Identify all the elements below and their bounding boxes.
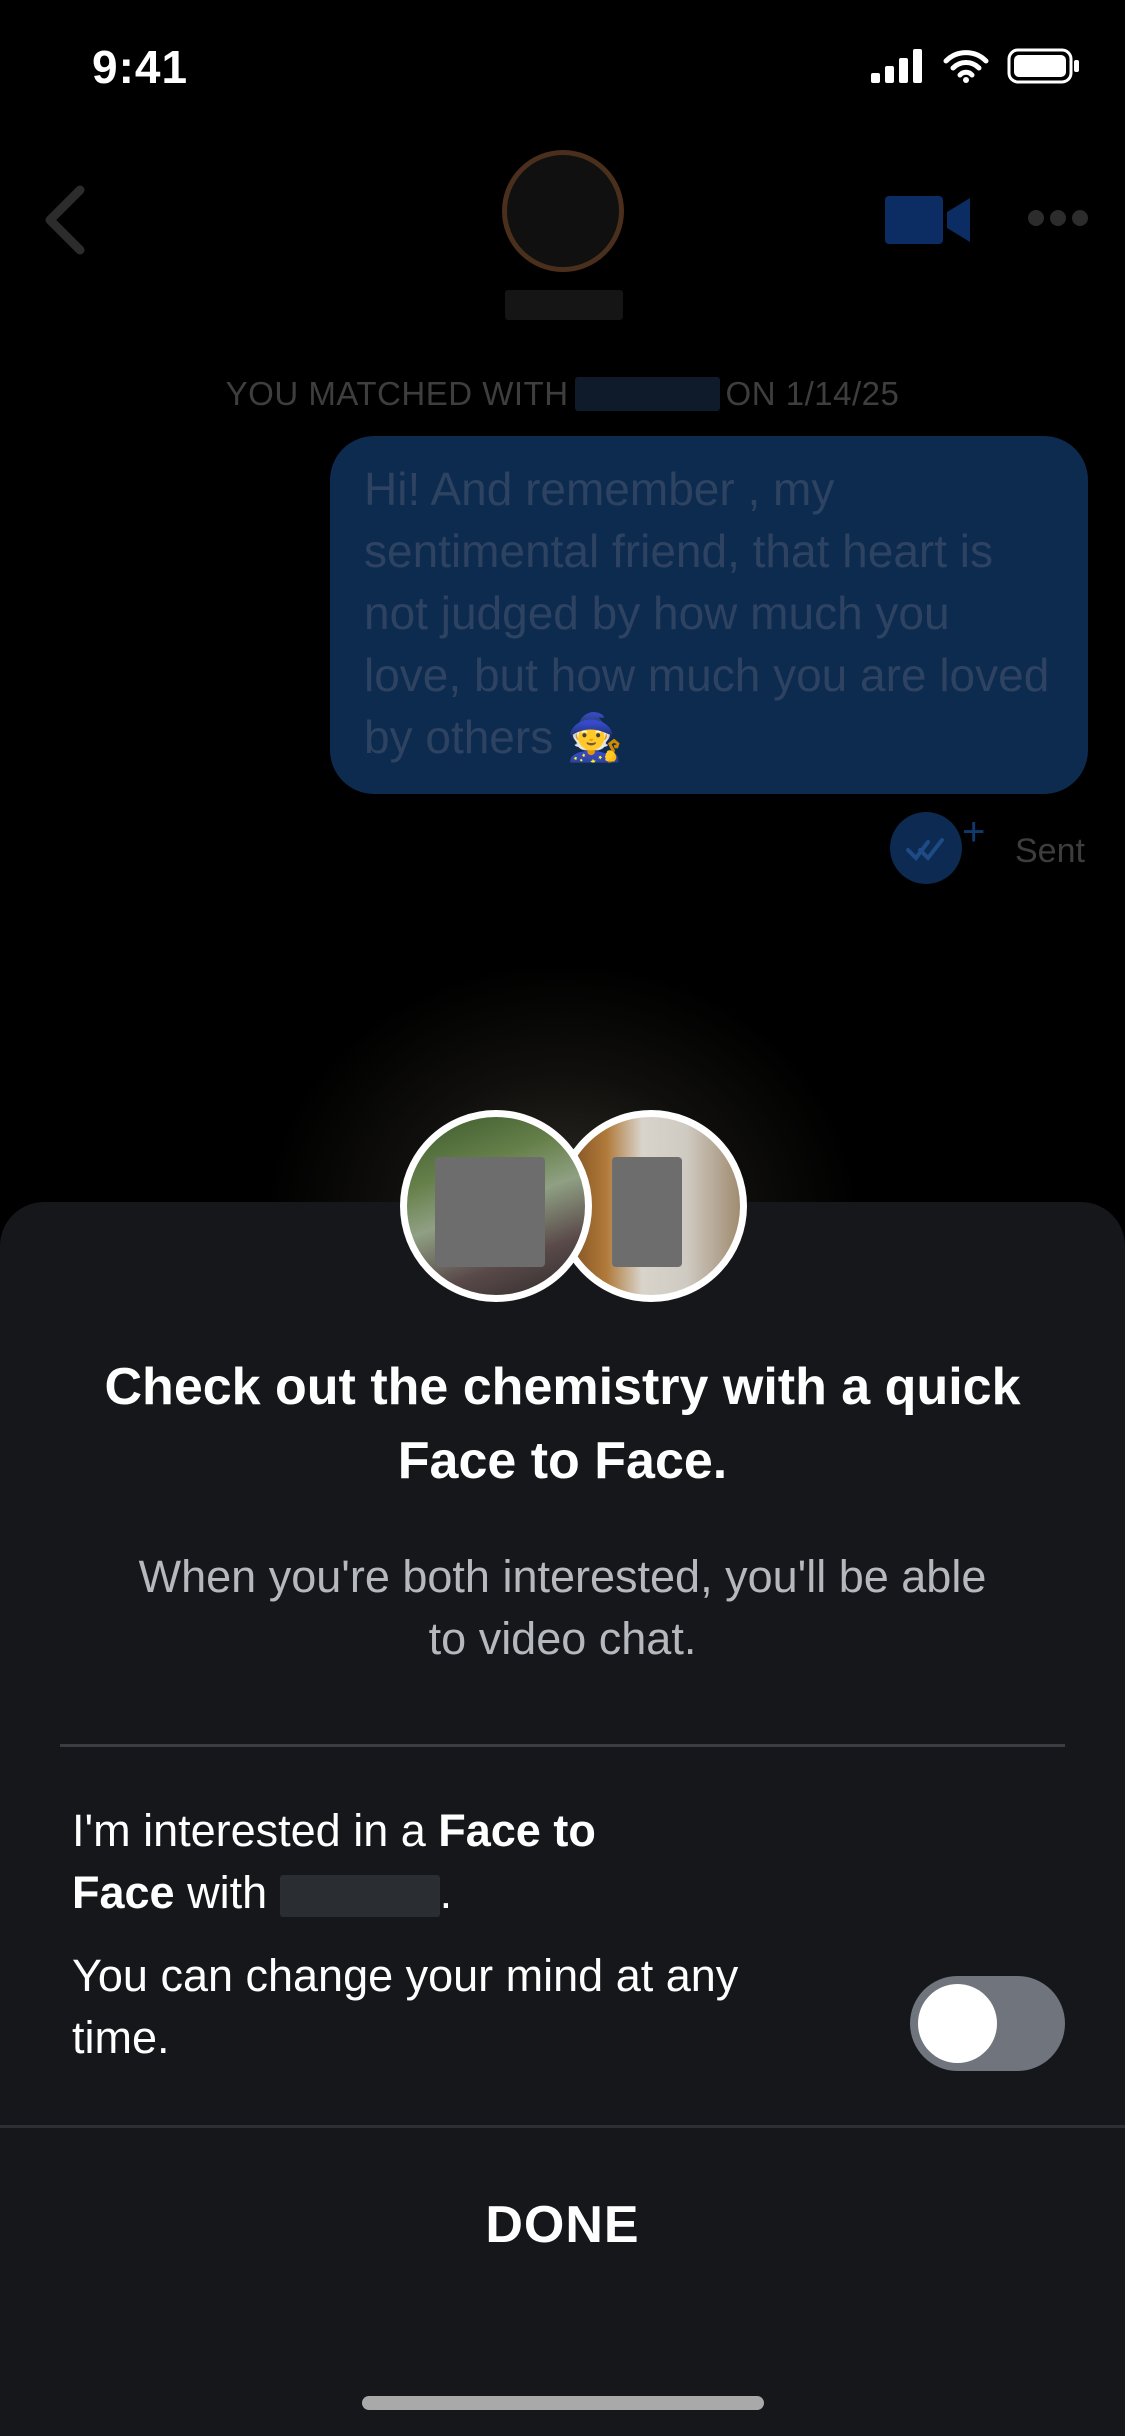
interest-prefix: I'm interested in a bbox=[72, 1805, 439, 1856]
change-mind-note: You can change your mind at any time. bbox=[72, 1950, 739, 2063]
interest-suffix: . bbox=[439, 1867, 453, 1918]
status-time: 9:41 bbox=[92, 41, 189, 93]
sheet-subtitle: When you're both interested, you'll be a… bbox=[138, 1551, 987, 1664]
matched-name-redacted bbox=[574, 377, 720, 411]
user-photo bbox=[400, 1110, 592, 1302]
done-button[interactable]: DONE bbox=[0, 2195, 1125, 2255]
battery-icon bbox=[1007, 48, 1079, 84]
photo-blur bbox=[435, 1157, 545, 1267]
read-receipt-icon bbox=[890, 812, 962, 884]
interest-middle: with bbox=[174, 1867, 280, 1918]
photo-blur bbox=[612, 1157, 682, 1267]
wifi-icon bbox=[943, 50, 989, 83]
sent-status: Sent bbox=[1015, 832, 1085, 870]
video-call-icon[interactable] bbox=[885, 192, 970, 248]
status-bar: 9:41 bbox=[0, 0, 1125, 140]
cellular-signal-icon bbox=[871, 49, 922, 83]
match-avatar[interactable] bbox=[502, 150, 624, 272]
interest-toggle[interactable] bbox=[910, 1976, 1065, 2071]
matched-suffix: ON 1/14/25 bbox=[725, 375, 900, 412]
matched-date-label: YOU MATCHED WITH ON 1/14/25 bbox=[0, 375, 1125, 413]
matched-prefix: YOU MATCHED WITH bbox=[225, 375, 569, 412]
home-indicator[interactable] bbox=[362, 2396, 764, 2410]
more-options-icon[interactable] bbox=[1027, 206, 1089, 230]
back-chevron-icon[interactable] bbox=[40, 180, 90, 260]
match-name-redacted bbox=[279, 1875, 440, 1918]
divider bbox=[0, 2125, 1125, 2128]
add-reaction-icon[interactable]: + bbox=[962, 812, 985, 852]
match-name-redacted bbox=[505, 290, 623, 320]
toggle-knob bbox=[918, 1984, 997, 2063]
sheet-title: Check out the chemistry with a quick Fac… bbox=[104, 1358, 1021, 1490]
status-icons bbox=[871, 48, 1081, 84]
interest-statement: I'm interested in a Face to Face with . bbox=[72, 1800, 692, 1924]
divider bbox=[60, 1744, 1065, 1747]
sent-message-bubble[interactable]: Hi! And remember , my sentimental friend… bbox=[330, 436, 1088, 794]
